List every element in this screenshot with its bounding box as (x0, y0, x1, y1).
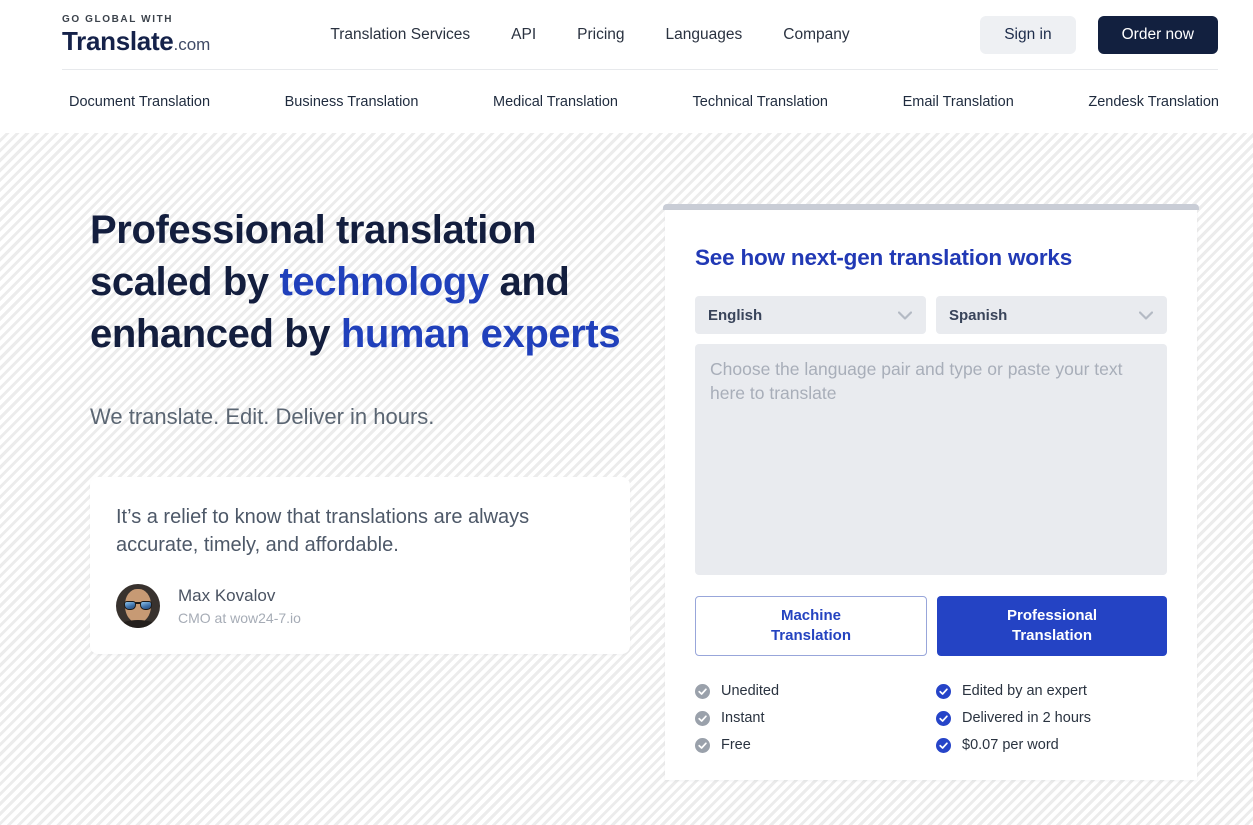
hero-heading: Professional translation scaled by techn… (90, 204, 625, 360)
testimonial-person: Max Kovalov CMO at wow24-7.io (116, 584, 604, 628)
widget-card: See how next-gen translation works Engli… (665, 210, 1197, 780)
hero-copy: Professional translation scaled by techn… (90, 204, 633, 825)
services-subnav: Document Translation Business Translatio… (0, 70, 1253, 133)
nav-company[interactable]: Company (783, 26, 849, 44)
check-circle-blue-icon (936, 684, 951, 699)
feature-item: Instant (695, 710, 926, 726)
feature-item: Free (695, 737, 926, 753)
target-language-value: Spanish (949, 307, 1007, 324)
translation-options: Machine Translation Professional Transla… (695, 596, 1167, 656)
professional-features: Edited by an expert Delivered in 2 hours… (936, 683, 1167, 764)
check-circle-gray-icon (695, 684, 710, 699)
nav-api[interactable]: API (511, 26, 536, 44)
testimonial-name: Max Kovalov (178, 586, 301, 606)
avatar (116, 584, 160, 628)
machine-features: Unedited Instant Free (695, 683, 926, 764)
testimonial-quote: It’s a relief to know that translations … (116, 503, 561, 559)
subnav-business-translation[interactable]: Business Translation (285, 94, 419, 110)
testimonial-card: It’s a relief to know that translations … (90, 477, 630, 654)
feature-item: $0.07 per word (936, 737, 1167, 753)
subnav-technical-translation[interactable]: Technical Translation (693, 94, 828, 110)
hero-subheading: We translate. Edit. Deliver in hours. (90, 404, 633, 430)
main-nav: Translation Services API Pricing Languag… (330, 26, 849, 44)
chevron-down-icon (1139, 311, 1153, 320)
target-language-select[interactable]: Spanish (936, 296, 1167, 334)
brand-logo[interactable]: GO GLOBAL WITH Translate.com (62, 14, 210, 57)
chevron-down-icon (898, 311, 912, 320)
translate-text-input[interactable] (695, 344, 1167, 575)
sign-in-button[interactable]: Sign in (980, 16, 1075, 54)
feature-item: Unedited (695, 683, 926, 699)
heading-accent-technology: technology (279, 260, 488, 304)
source-language-select[interactable]: English (695, 296, 926, 334)
nav-actions: Sign in Order now (980, 16, 1218, 54)
feature-item: Edited by an expert (936, 683, 1167, 699)
subnav-zendesk-translation[interactable]: Zendesk Translation (1088, 94, 1219, 110)
testimonial-role: CMO at wow24-7.io (178, 610, 301, 626)
nav-languages[interactable]: Languages (666, 26, 743, 44)
subnav-medical-translation[interactable]: Medical Translation (493, 94, 618, 110)
feature-lists: Unedited Instant Free Edited by an exper… (695, 683, 1167, 764)
check-circle-gray-icon (695, 738, 710, 753)
widget-title: See how next-gen translation works (695, 245, 1167, 271)
brand-name: Translate (62, 26, 173, 56)
source-language-value: English (708, 307, 762, 324)
hero-section: Professional translation scaled by techn… (0, 133, 1253, 825)
machine-translation-button[interactable]: Machine Translation (695, 596, 927, 656)
nav-translation-services[interactable]: Translation Services (330, 26, 470, 44)
check-circle-gray-icon (695, 711, 710, 726)
language-selectors: English Spanish (695, 296, 1167, 334)
translation-widget: See how next-gen translation works Engli… (663, 204, 1199, 825)
nav-pricing[interactable]: Pricing (577, 26, 624, 44)
subnav-email-translation[interactable]: Email Translation (903, 94, 1014, 110)
top-navigation: GO GLOBAL WITH Translate.com Translation… (0, 0, 1253, 70)
feature-item: Delivered in 2 hours (936, 710, 1167, 726)
brand-tld: .com (173, 35, 210, 54)
check-circle-blue-icon (936, 738, 951, 753)
brand-tagline: GO GLOBAL WITH (62, 14, 210, 25)
heading-accent-human-experts: human experts (341, 312, 620, 356)
subnav-document-translation[interactable]: Document Translation (69, 94, 210, 110)
check-circle-blue-icon (936, 711, 951, 726)
professional-translation-button[interactable]: Professional Translation (937, 596, 1167, 656)
order-now-button[interactable]: Order now (1098, 16, 1218, 54)
